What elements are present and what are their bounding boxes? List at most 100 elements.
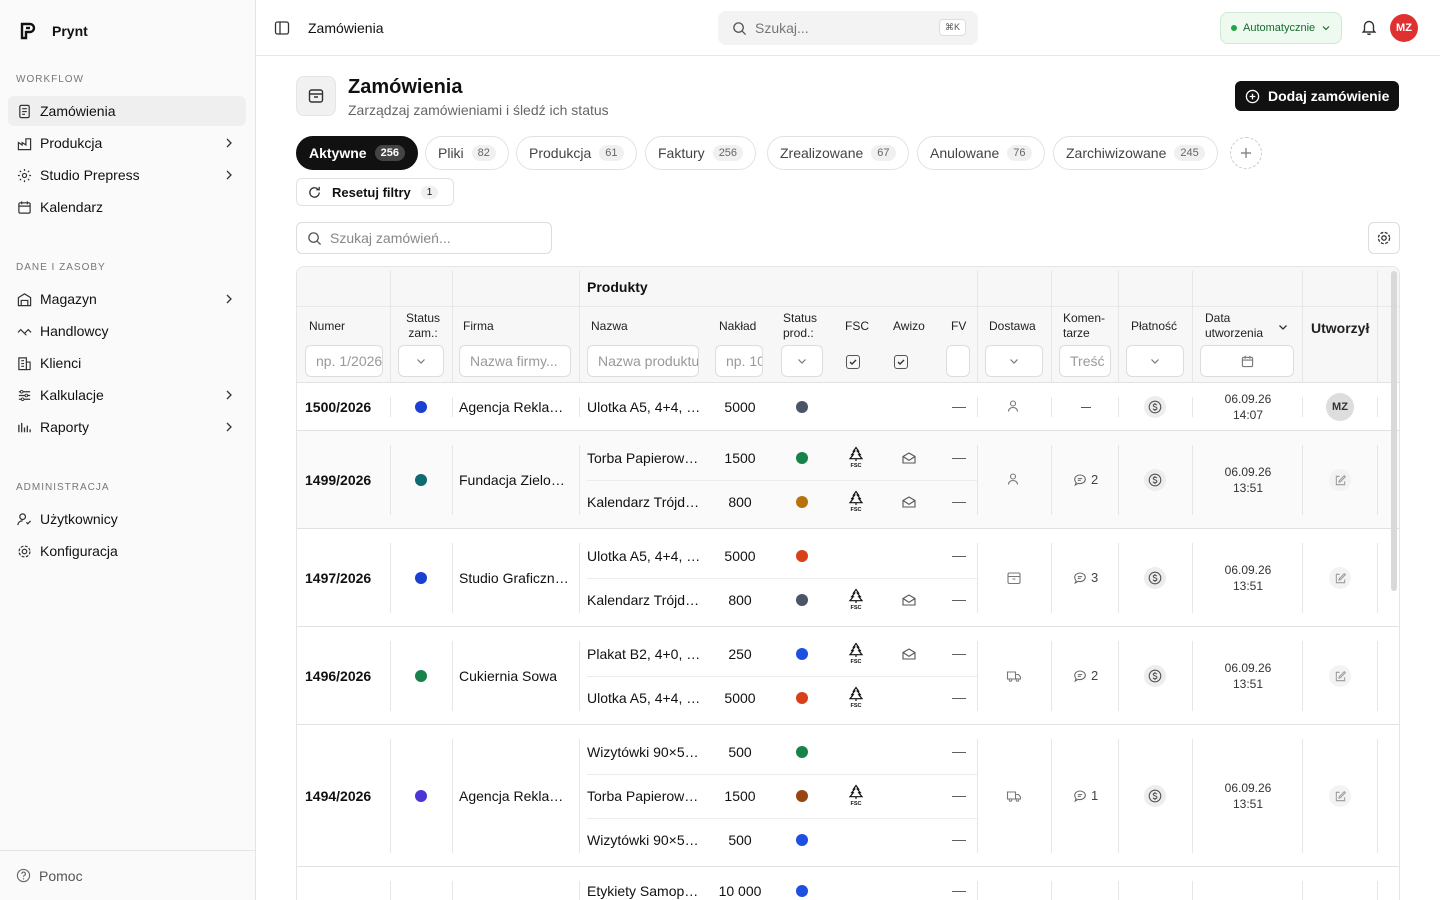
production-status-dot[interactable]: [796, 496, 808, 508]
order-status-dot[interactable]: [415, 474, 427, 486]
table-row[interactable]: 1496/2026 Cukiernia Sowa Plakat B2, 4+0, k…: [297, 627, 1399, 725]
add-order-button[interactable]: Dodaj zamówienie: [1235, 81, 1399, 111]
comments-count[interactable]: 1: [1073, 788, 1098, 803]
payment-status[interactable]: [1144, 665, 1166, 687]
filter-nazwa-input[interactable]: Nazwa produktu: [587, 345, 699, 377]
orders-search-input[interactable]: Szukaj zamówień...: [296, 222, 552, 254]
company-name[interactable]: Cukiernia Sowa: [459, 668, 571, 684]
chevron-down-icon[interactable]: [1277, 321, 1289, 333]
product-name[interactable]: Ulotka A5, 4+4, kreda: [587, 399, 701, 415]
payment-status[interactable]: [1144, 785, 1166, 807]
product-name[interactable]: Ulotka A5, 4+4, kreda: [587, 690, 701, 706]
person-icon[interactable]: [1006, 472, 1020, 486]
tab-faktury[interactable]: Faktury 256: [645, 136, 757, 170]
filter-komentarze-input[interactable]: Treść: [1059, 345, 1111, 377]
person-icon[interactable]: [1006, 399, 1020, 413]
payment-status[interactable]: [1144, 469, 1166, 491]
sidebar-item-users[interactable]: Użytkownicy: [8, 504, 246, 534]
tab-produkcja[interactable]: Produkcja 61: [516, 136, 637, 170]
user-avatar[interactable]: MZ: [1390, 14, 1418, 42]
filter-date-picker[interactable]: [1200, 345, 1294, 377]
table-row[interactable]: 1500/2026 Agencja Reklamowa Pixel Ulotka A…: [297, 383, 1399, 431]
envelope-icon[interactable]: [901, 646, 917, 662]
sidebar-toggle-icon[interactable]: [274, 20, 290, 36]
table-settings-button[interactable]: [1368, 222, 1400, 254]
production-status-dot[interactable]: [796, 452, 808, 464]
package-icon[interactable]: [1006, 570, 1022, 586]
edit-button[interactable]: [1329, 665, 1351, 687]
add-tab-button[interactable]: [1230, 137, 1262, 169]
production-status-dot[interactable]: [796, 648, 808, 660]
order-number[interactable]: 1497/2026: [305, 570, 389, 586]
tab-anulowane[interactable]: Anulowane 76: [917, 136, 1045, 170]
sidebar-item-warehouse[interactable]: Magazyn: [8, 284, 246, 314]
product-name[interactable]: Etykiety Samoprzylepne: [587, 883, 701, 899]
production-status-dot[interactable]: [796, 834, 808, 846]
order-number[interactable]: 1500/2026: [305, 399, 389, 415]
product-name[interactable]: Kalendarz Trójdzielny: [587, 592, 701, 608]
tab-zarchiwizowane[interactable]: Zarchiwizowane 245: [1053, 136, 1218, 170]
production-status-dot[interactable]: [796, 746, 808, 758]
comments-count[interactable]: 3: [1073, 570, 1098, 585]
production-status-dot[interactable]: [796, 790, 808, 802]
truck-icon[interactable]: [1006, 668, 1022, 684]
help-link[interactable]: Pomoc: [0, 850, 255, 900]
company-name[interactable]: Agencja Reklamowa Pixel: [459, 399, 571, 415]
table-row[interactable]: Etykiety Samoprzylepne 10 000 —: [297, 867, 1399, 900]
envelope-icon[interactable]: [901, 494, 917, 510]
order-status-dot[interactable]: [415, 670, 427, 682]
production-status-dot[interactable]: [796, 594, 808, 606]
edit-button[interactable]: [1329, 469, 1351, 491]
company-name[interactable]: Fundacja Zielone Miasto: [459, 472, 571, 488]
order-number[interactable]: 1499/2026: [305, 472, 389, 488]
creator-avatar[interactable]: MZ: [1326, 393, 1354, 421]
payment-status[interactable]: [1144, 567, 1166, 589]
comments-count[interactable]: 2: [1073, 472, 1098, 487]
product-name[interactable]: Wizytówki 90×50 mm: [587, 744, 701, 760]
product-name[interactable]: Kalendarz Trójdzielny: [587, 494, 701, 510]
sidebar-item-salespeople[interactable]: Handlowcy: [8, 316, 246, 346]
sidebar-item-reports[interactable]: Raporty: [8, 412, 246, 442]
production-status-dot[interactable]: [796, 885, 808, 897]
edit-button[interactable]: [1329, 785, 1351, 807]
envelope-icon[interactable]: [901, 592, 917, 608]
sidebar-item-config[interactable]: Konfiguracja: [8, 536, 246, 566]
tab-pliki[interactable]: Pliki 82: [425, 136, 509, 170]
filter-fsc-checkbox[interactable]: [846, 355, 860, 369]
product-name[interactable]: Ulotka A5, 4+4, kreda: [587, 548, 701, 564]
filter-naklad-input[interactable]: np. 1000: [715, 345, 763, 377]
order-number[interactable]: 1494/2026: [305, 788, 389, 804]
sidebar-item-orders[interactable]: Zamówienia: [8, 96, 246, 126]
production-status-dot[interactable]: [796, 550, 808, 562]
order-status-dot[interactable]: [415, 401, 427, 413]
table-scrollbar[interactable]: [1391, 271, 1397, 591]
company-name[interactable]: Studio Graficzne Kreska: [459, 570, 571, 586]
order-status-dot[interactable]: [415, 790, 427, 802]
sidebar-item-calculations[interactable]: Kalkulacje: [8, 380, 246, 410]
bell-icon[interactable]: [1360, 18, 1378, 36]
order-status-dot[interactable]: [415, 572, 427, 584]
payment-status[interactable]: [1144, 396, 1166, 418]
filter-status-zam-select[interactable]: [398, 345, 444, 377]
reset-filters-button[interactable]: Resetuj filtry 1: [296, 178, 454, 206]
product-name[interactable]: Torba Papierowa z nadrukiem: [587, 450, 701, 466]
mode-dropdown[interactable]: Automatycznie: [1220, 12, 1343, 44]
sidebar-item-clients[interactable]: Klienci: [8, 348, 246, 378]
sidebar-item-calendar[interactable]: Kalendarz: [8, 192, 246, 222]
table-row[interactable]: 1497/2026 Studio Graficzne Kreska Ulotka A…: [297, 529, 1399, 627]
product-name[interactable]: Torba Papierowa z nadrukiem: [587, 788, 701, 804]
product-name[interactable]: Wizytówki 90×50 mm: [587, 832, 701, 848]
envelope-icon[interactable]: [901, 450, 917, 466]
sidebar-item-prepress[interactable]: Studio Prepress: [8, 160, 246, 190]
sidebar-item-production[interactable]: Produkcja: [8, 128, 246, 158]
filter-numer-input[interactable]: np. 1/2026: [305, 345, 383, 377]
edit-button[interactable]: [1329, 567, 1351, 589]
filter-platnosc-select[interactable]: [1126, 345, 1184, 377]
filter-status-prod-select[interactable]: [781, 345, 823, 377]
comments-count[interactable]: 2: [1073, 668, 1098, 683]
company-name[interactable]: Agencja Reklamowa Pixel: [459, 788, 571, 804]
filter-dostawa-select[interactable]: [985, 345, 1043, 377]
filter-fv-input[interactable]: [946, 345, 970, 377]
global-search-input[interactable]: Szukaj... ⌘K: [718, 11, 978, 45]
filter-firma-input[interactable]: Nazwa firmy...: [459, 345, 571, 377]
